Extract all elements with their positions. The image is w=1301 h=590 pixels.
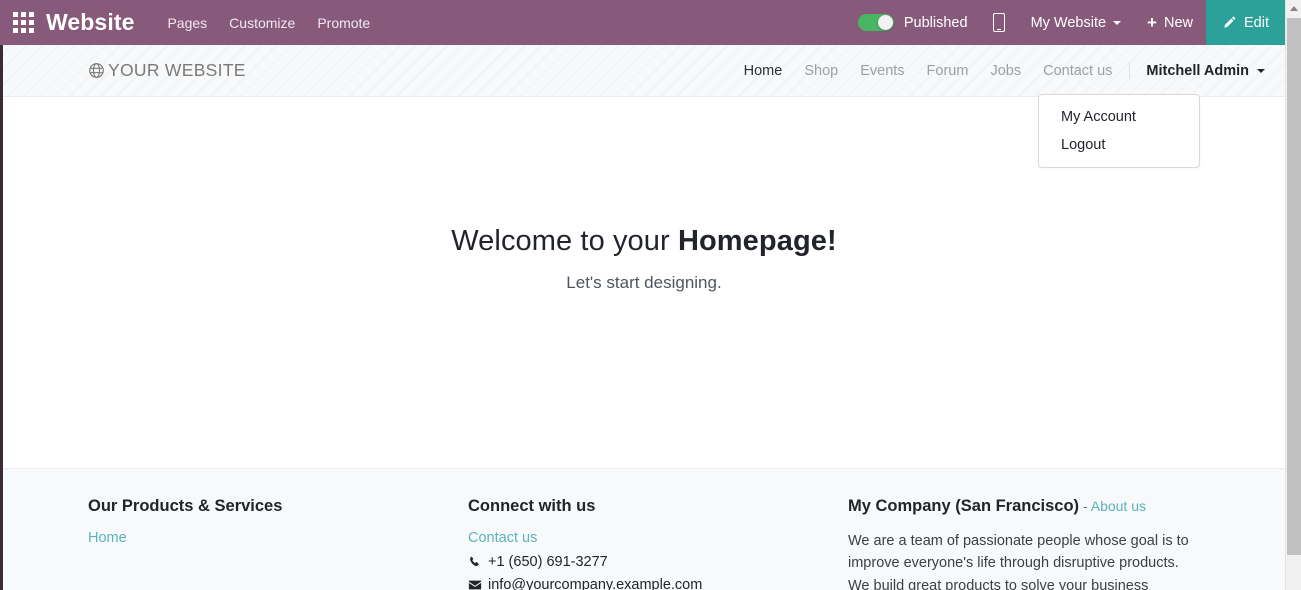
scroll-up-button[interactable] <box>1286 0 1301 17</box>
footer-column-products: Our Products & Services Home <box>88 497 468 590</box>
footer-link-contact-us[interactable]: Contact us <box>468 530 848 546</box>
footer-company-name: My Company (San Francisco) <box>848 497 1080 515</box>
pencil-icon <box>1222 16 1236 30</box>
apps-menu-button[interactable] <box>0 0 46 45</box>
backend-navbar-right: Published My Website + New Edit <box>846 0 1285 45</box>
footer-column-connect: Connect with us Contact us +1 (650) 691-… <box>468 497 848 590</box>
mobile-phone-icon <box>992 13 1005 32</box>
footer-phone-text: +1 (650) 691-3277 <box>488 554 608 570</box>
site-nav-events[interactable]: Events <box>849 63 915 79</box>
site-nav-forum[interactable]: Forum <box>916 63 980 79</box>
footer-column-company: My Company (San Francisco) - About us We… <box>848 497 1200 590</box>
user-menu-label: Mitchell Admin <box>1146 62 1249 79</box>
menu-item-pages[interactable]: Pages <box>156 0 218 45</box>
edit-button-label: Edit <box>1244 14 1269 31</box>
footer-link-home[interactable]: Home <box>88 530 468 546</box>
backend-top-navbar: Website Pages Customize Promote Publishe… <box>0 0 1285 45</box>
chevron-down-icon <box>1257 68 1265 73</box>
hero-title-bold: Homepage! <box>677 225 837 257</box>
dropdown-item-my-account[interactable]: My Account <box>1039 103 1199 131</box>
footer-email: info@yourcompany.example.com <box>468 577 848 590</box>
footer-company-separator: - <box>1079 498 1091 514</box>
dropdown-item-logout[interactable]: Logout <box>1039 131 1199 159</box>
scroll-up-arrow-icon <box>1290 6 1298 11</box>
browser-viewport: Website Pages Customize Promote Publishe… <box>0 0 1301 590</box>
user-menu-button[interactable]: Mitchell Admin <box>1129 62 1265 79</box>
plus-icon: + <box>1147 13 1157 32</box>
new-button-label: New <box>1163 14 1193 31</box>
vertical-scrollbar[interactable] <box>1285 0 1301 590</box>
publish-switch-knob <box>877 15 893 30</box>
publish-switch-icon[interactable] <box>857 14 894 31</box>
footer-heading-company: My Company (San Francisco) - About us <box>848 497 1200 516</box>
website-nav: Home Shop Events Forum Jobs Contact us M… <box>733 62 1265 79</box>
site-nav-contact-us[interactable]: Contact us <box>1032 63 1123 79</box>
menu-item-customize[interactable]: Customize <box>218 0 306 45</box>
site-nav-jobs[interactable]: Jobs <box>979 63 1032 79</box>
footer-heading-products: Our Products & Services <box>88 497 283 515</box>
user-dropdown-menu: My Account Logout <box>1038 94 1200 168</box>
hero-subtitle: Let's start designing. <box>566 273 722 292</box>
navbar-spacer <box>381 0 846 45</box>
hero-title-plain: Welcome to your <box>451 225 678 257</box>
apps-grid-icon <box>12 12 34 33</box>
site-nav-shop[interactable]: Shop <box>793 63 849 79</box>
app-brand-title[interactable]: Website <box>46 0 156 45</box>
menu-item-promote[interactable]: Promote <box>306 0 381 45</box>
edit-button[interactable]: Edit <box>1206 0 1285 45</box>
website-footer: Our Products & Services Home Connect wit… <box>3 468 1285 590</box>
footer-columns: Our Products & Services Home Connect wit… <box>3 497 1285 590</box>
publish-toggle[interactable]: Published <box>846 0 980 45</box>
website-logo-text: YOUR WEBSITE <box>108 60 246 80</box>
footer-link-about-us[interactable]: About us <box>1091 498 1146 514</box>
hero-title: Welcome to your Homepage! <box>451 225 837 258</box>
site-selector-label: My Website <box>1030 14 1107 31</box>
footer-email-text: info@yourcompany.example.com <box>488 577 703 590</box>
backend-menu: Pages Customize Promote <box>156 0 381 45</box>
new-button[interactable]: + New <box>1134 0 1206 45</box>
footer-company-description: We are a team of passionate people whose… <box>848 533 1189 590</box>
chevron-down-icon <box>1113 20 1122 25</box>
footer-phone: +1 (650) 691-3277 <box>468 554 848 570</box>
website-logo[interactable]: YOUR WEBSITE <box>88 60 246 81</box>
mobile-preview-button[interactable] <box>980 0 1018 45</box>
scroll-thumb[interactable] <box>1287 18 1301 555</box>
phone-icon <box>468 556 484 569</box>
globe-icon <box>88 62 105 79</box>
footer-heading-connect: Connect with us <box>468 497 596 515</box>
site-nav-home[interactable]: Home <box>733 63 794 79</box>
envelope-icon <box>468 578 484 590</box>
site-selector-dropdown[interactable]: My Website <box>1018 0 1134 45</box>
website-header: YOUR WEBSITE Home Shop Events Forum Jobs… <box>3 45 1285 97</box>
publish-label: Published <box>903 14 968 31</box>
